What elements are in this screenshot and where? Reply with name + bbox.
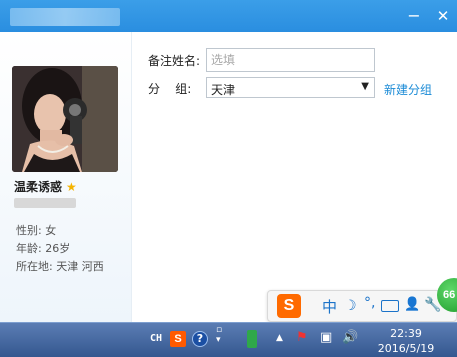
signature (14, 198, 76, 208)
close-button[interactable]: ✕ (433, 6, 453, 26)
clock-time: 22:39 (390, 327, 422, 340)
half-width-icon[interactable]: ☽ (344, 298, 357, 314)
dropdown-arrow-icon: ▼ (361, 81, 369, 92)
volume-icon[interactable]: 🔊 (342, 330, 358, 345)
sogou-tray-icon[interactable]: S (170, 331, 186, 347)
ime-toolbar: S 中 ☽ °, 👤 🔧 (267, 290, 457, 322)
user-icon[interactable]: 👤 (404, 297, 420, 312)
taskbar: CH S ? ▫ ▾ ▲ ⚑ ▣ 🔊 22:39 2016/5/19 (0, 322, 457, 357)
clock[interactable]: 22:39 2016/5/19 (368, 326, 444, 356)
avatar-photo (12, 66, 118, 172)
group-select-value: 天津 (211, 83, 236, 97)
usb-icon[interactable] (247, 330, 257, 348)
age-info: 年龄: 26岁 (16, 242, 71, 255)
avatar[interactable] (12, 66, 118, 172)
remark-input[interactable] (206, 48, 375, 72)
remark-label: 备注姓名: (148, 54, 201, 68)
name-row: 温柔诱惑 ★ (14, 178, 77, 195)
network-icon[interactable]: ▣ (320, 330, 332, 345)
punctuation-icon[interactable]: °, (364, 295, 375, 311)
star-icon: ★ (66, 179, 77, 194)
show-hidden-icons-icon[interactable]: ▲ (276, 333, 283, 343)
group-label: 分 组: (148, 82, 192, 96)
action-center-icon[interactable]: ⚑ (296, 330, 308, 345)
group-select[interactable]: 天津 ▼ (206, 77, 375, 98)
help-icon[interactable]: ? (192, 331, 208, 347)
clock-date: 2016/5/19 (377, 342, 435, 355)
contact-name: 温柔诱惑 (14, 180, 63, 194)
title-bar: − ✕ (0, 0, 457, 32)
profile-panel: 温柔诱惑 ★ 性别: 女 年龄: 26岁 所在地: 天津 河西 (0, 32, 132, 322)
location-info: 所在地: 天津 河西 (16, 260, 104, 273)
sogou-logo-icon[interactable]: S (277, 294, 301, 318)
gender-info: 性别: 女 (16, 224, 57, 237)
ime-options-icon[interactable]: ▫ ▾ (216, 325, 222, 345)
window-title (10, 8, 120, 26)
new-group-link[interactable]: 新建分组 (384, 81, 432, 98)
keyboard-icon[interactable] (381, 300, 399, 312)
minimize-button[interactable]: − (404, 6, 424, 26)
language-indicator[interactable]: CH (150, 333, 162, 344)
ime-mode-toggle[interactable]: 中 (322, 296, 337, 317)
